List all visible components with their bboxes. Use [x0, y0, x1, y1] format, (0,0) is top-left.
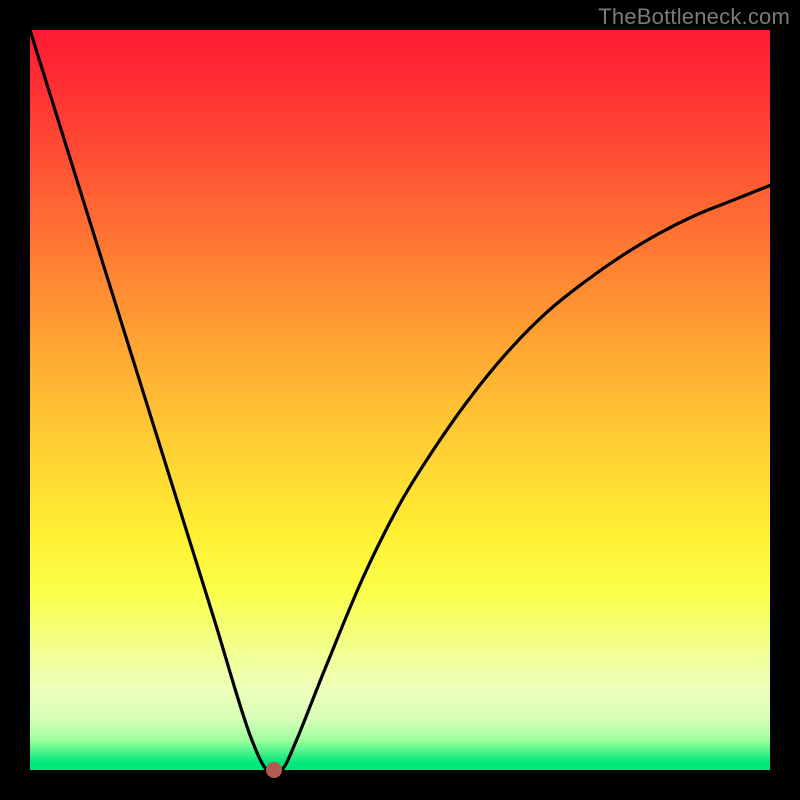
chart-frame: TheBottleneck.com	[0, 0, 800, 800]
bottleneck-curve	[30, 30, 770, 774]
curve-svg	[30, 30, 770, 770]
plot-area	[30, 30, 770, 770]
attribution-label: TheBottleneck.com	[598, 4, 790, 30]
optimal-point-marker	[266, 762, 282, 778]
